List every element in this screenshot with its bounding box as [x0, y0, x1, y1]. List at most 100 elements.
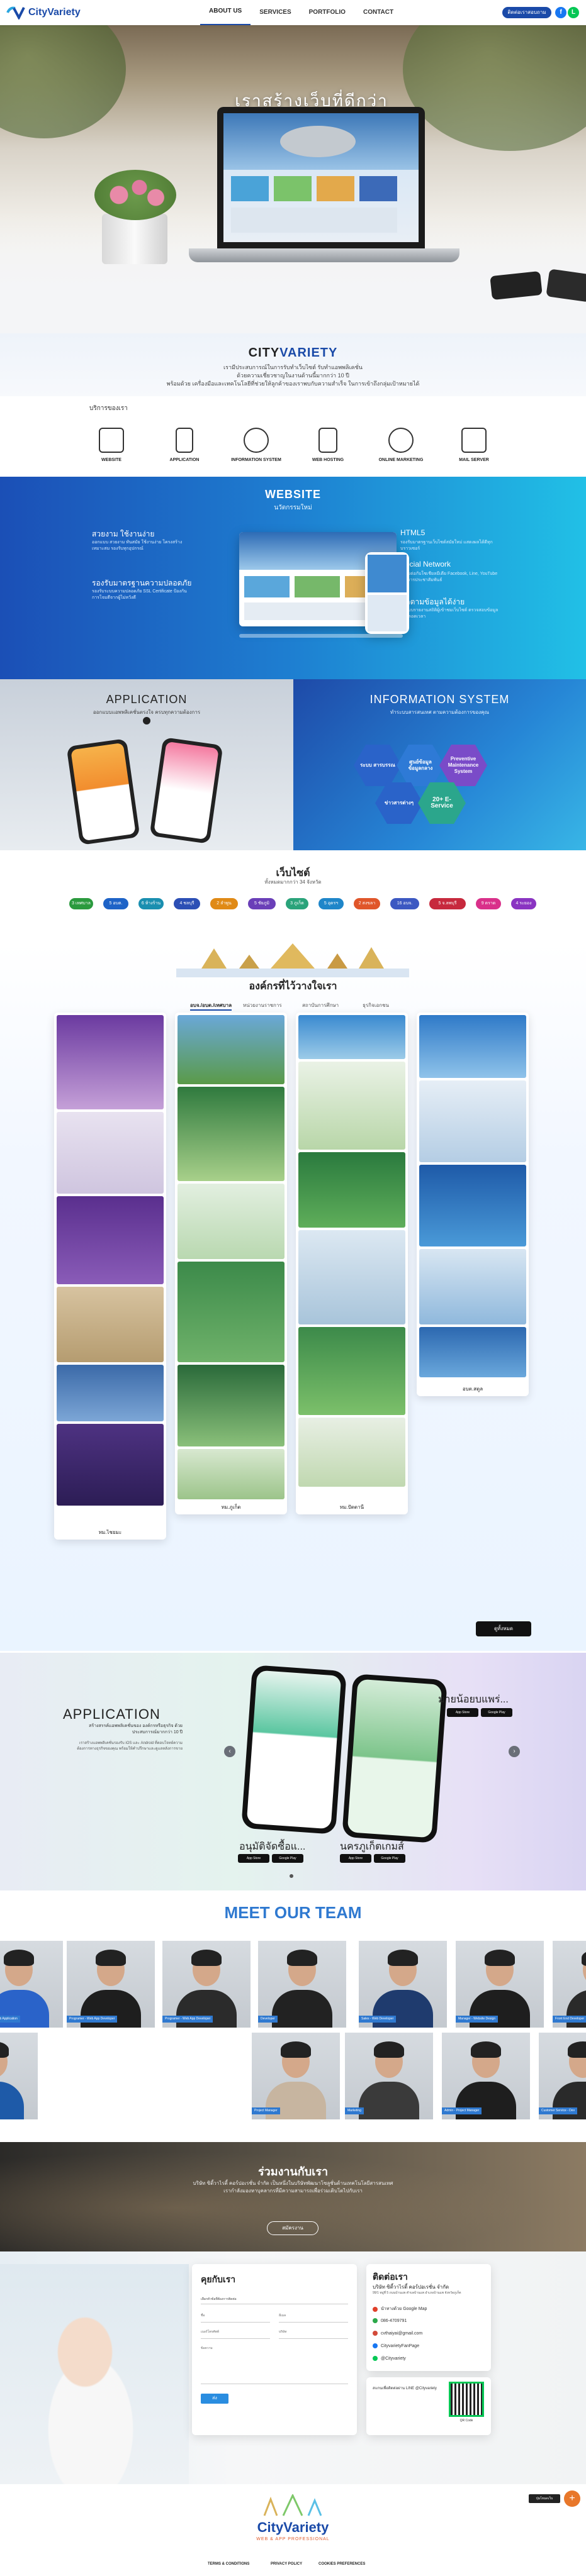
application-title: APPLICATION: [106, 693, 188, 706]
province-pill[interactable]: 3 เทศบาล: [69, 898, 93, 909]
org-card[interactable]: อบต.สตูล: [417, 1013, 529, 1396]
feature-text: รองรับมาตรฐานเว็บไซต์สมัยใหม่ แสดงผลได้ด…: [400, 540, 493, 551]
info-title: ติดต่อเรา: [373, 2272, 408, 2282]
team-title: MEET OUR TEAM: [224, 1903, 362, 1922]
province-pill[interactable]: 4 ระยอง: [511, 898, 536, 909]
app3-google-play-button[interactable]: Google Play: [481, 1708, 512, 1717]
line-link[interactable]: @Cityvariety: [373, 2356, 406, 2361]
company-address: 99/1 หมู่ที่ 5 ถนนบ้านแพ ตำบลบ้านแพ อำเภ…: [373, 2291, 461, 2295]
team-member-card: Programer - Web Application: [0, 1941, 63, 2028]
terms-link[interactable]: TERMS & CONDITIONS: [208, 2562, 249, 2566]
service-website[interactable]: WEBSITE: [83, 428, 140, 462]
application-play-icon[interactable]: [143, 717, 150, 724]
facebook-link[interactable]: CityvarietyFanPage: [373, 2343, 419, 2348]
website-section: WEBSITE นวัตกรรมใหม่ สวยงาม ใช้งานง่าย อ…: [0, 477, 586, 679]
footer-brand: CityVariety: [257, 2519, 329, 2535]
province-pill[interactable]: 5 ชัยภูมิ: [248, 898, 276, 909]
name-field[interactable]: [201, 2322, 270, 2323]
line-icon: [373, 2356, 378, 2361]
carousel-prev-arrow[interactable]: ‹: [224, 1746, 235, 1757]
province-pill[interactable]: 2 ลำพูน: [210, 898, 238, 909]
app1-app-store-button[interactable]: App Store: [238, 1854, 269, 1863]
feature-text: ออกแบบ สวยงาม ทันสมัย ใช้งานง่าย โครงสร้…: [92, 540, 183, 551]
province-pill[interactable]: 2 สงขลา: [354, 898, 380, 909]
carousel-dot-active[interactable]: [290, 1874, 293, 1878]
top-navbar: CityVariety ABOUT US SERVICES PORTFOLIO …: [0, 0, 586, 25]
tab-government[interactable]: หน่วยงานราชการ: [243, 1001, 282, 1009]
app-phone-right: [149, 737, 223, 844]
qr-card: สแกนเพื่อติดต่อผ่าน LINE @Cityvariety QR…: [366, 2377, 491, 2435]
app2-google-play-button[interactable]: Google Play: [374, 1854, 405, 1863]
facebook-icon[interactable]: f: [555, 7, 566, 18]
tab-local-gov[interactable]: อบจ./อบต./เทศบาล: [190, 1001, 232, 1011]
team-member-role: Manager - Website Design: [456, 2016, 499, 2023]
about-title: CITYVARIETY: [248, 346, 338, 360]
org-card[interactable]: ทม.ไชยมะ: [54, 1013, 166, 1540]
site-logo[interactable]: CityVariety: [6, 4, 81, 21]
team-member-role: Front End Developer: [553, 2016, 586, 2023]
province-pill[interactable]: 4 ชลบุรี: [174, 898, 200, 909]
hex-data-center: ศูนย์ข้อมูล ข้อมูลกลาง: [397, 745, 444, 786]
org-card[interactable]: ทม.ภูเก็ต: [175, 1013, 287, 1514]
team-member-card: Developer: [258, 1941, 346, 2028]
topic-select[interactable]: เลือกหัวข้อที่ต้องการติดต่อ: [201, 2294, 348, 2304]
service-mail-server[interactable]: MAIL SERVER: [446, 428, 502, 462]
main-menu: ABOUT US SERVICES PORTFOLIO CONTACT: [200, 0, 402, 25]
flower-pot-image: [102, 214, 167, 264]
province-pill[interactable]: 5 จ.ลพบุรี: [429, 898, 466, 909]
nav-portfolio[interactable]: PORTFOLIO: [300, 0, 354, 25]
cookies-link[interactable]: COOKIES PREFERENCES: [318, 2562, 365, 2566]
contact-section: คุยกับเรา เลือกหัวข้อที่ต้องการติดต่อ ชื…: [0, 2251, 586, 2484]
company-field[interactable]: [279, 2338, 348, 2339]
line-icon[interactable]: L: [568, 7, 579, 18]
province-pill[interactable]: 16 อบจ.: [390, 898, 419, 909]
province-pill[interactable]: 5 อุดรฯ: [318, 898, 344, 909]
org-card[interactable]: ทม.ปัตตานี: [296, 1013, 408, 1514]
app-banner-body: เราสร้างแอพพลิเคชั่นรองรับ iOS และ Andro…: [77, 1741, 183, 1751]
team-member-role: Project Manager: [252, 2107, 280, 2114]
phone-field[interactable]: [201, 2338, 270, 2339]
apply-job-button[interactable]: สมัครงาน: [267, 2221, 318, 2235]
tab-education[interactable]: สถาบันการศึกษา: [302, 1001, 339, 1009]
privacy-link[interactable]: PRIVACY POLICY: [271, 2562, 302, 2566]
province-pill[interactable]: 5 อบต.: [103, 898, 128, 909]
qr-label: QR Code: [459, 2419, 473, 2423]
footer-logo-icon: [252, 2493, 334, 2518]
mobile-app-icon: [176, 428, 193, 453]
team-member-card: Front End Developer: [553, 1941, 586, 2028]
nav-contact[interactable]: CONTACT: [354, 0, 402, 25]
service-web-hosting[interactable]: WEB HOSTING: [300, 428, 356, 462]
app-name-3: มายน้อยบแพร่...: [438, 1694, 509, 1705]
contact-form: คุยกับเรา เลือกหัวข้อที่ต้องการติดต่อ ชื…: [192, 2264, 357, 2435]
app-phone-left: [66, 738, 140, 845]
province-pill[interactable]: 9 ตราด: [476, 898, 501, 909]
carousel-next-arrow[interactable]: ›: [509, 1746, 520, 1757]
phone-link[interactable]: 086-4709791: [373, 2318, 407, 2323]
floating-plus-button[interactable]: +: [564, 2490, 580, 2507]
app2-app-store-button[interactable]: App Store: [340, 1854, 371, 1863]
tab-private[interactable]: ธุรกิจเอกชน: [363, 1001, 389, 1009]
feature-text: รองรับระบบความปลอดภัย SSL Certificate ป้…: [92, 589, 187, 600]
province-pill[interactable]: 3 ภูเก็ต: [286, 898, 308, 909]
hex-e-service: 20+ E-Service: [418, 782, 466, 824]
province-pill[interactable]: 6 ห้างร้าน: [138, 898, 164, 909]
nav-services[interactable]: SERVICES: [251, 0, 300, 25]
feature-text: เชื่อมต่อกับโซเชียลมีเดีย Facebook, Line…: [400, 572, 498, 582]
email-link[interactable]: cvthaiyai@gmail.com: [373, 2331, 422, 2336]
team-member-role: Customer Service - Dev: [539, 2107, 578, 2114]
about-section: CITYVARIETY เรามีประสบการณ์ในการรับทำเว็…: [0, 333, 586, 396]
accessibility-badge[interactable]: ปุ่มโหมดเว็บ: [529, 2494, 560, 2503]
team-member-card: Programer - Web App Developer: [67, 1941, 155, 2028]
app3-app-store-button[interactable]: App Store: [447, 1708, 478, 1717]
service-information-system[interactable]: INFORMATION SYSTEM: [228, 428, 285, 462]
app1-google-play-button[interactable]: Google Play: [272, 1854, 303, 1863]
view-all-button[interactable]: ดูทั้งหมด: [476, 1621, 531, 1636]
hero-banner: เราสร้างเว็บที่ดีกว่า: [0, 25, 586, 333]
service-online-marketing[interactable]: ONLINE MARKETING: [373, 428, 429, 462]
send-button[interactable]: ส่ง: [201, 2394, 228, 2404]
service-application[interactable]: APPLICATION: [156, 428, 213, 462]
map-link[interactable]: นำทางด้วย Google Map: [373, 2306, 427, 2312]
nav-about[interactable]: ABOUT US: [200, 0, 251, 25]
email-field[interactable]: [279, 2322, 348, 2323]
contact-us-button[interactable]: ติดต่อเราสอบถาม: [502, 7, 551, 18]
